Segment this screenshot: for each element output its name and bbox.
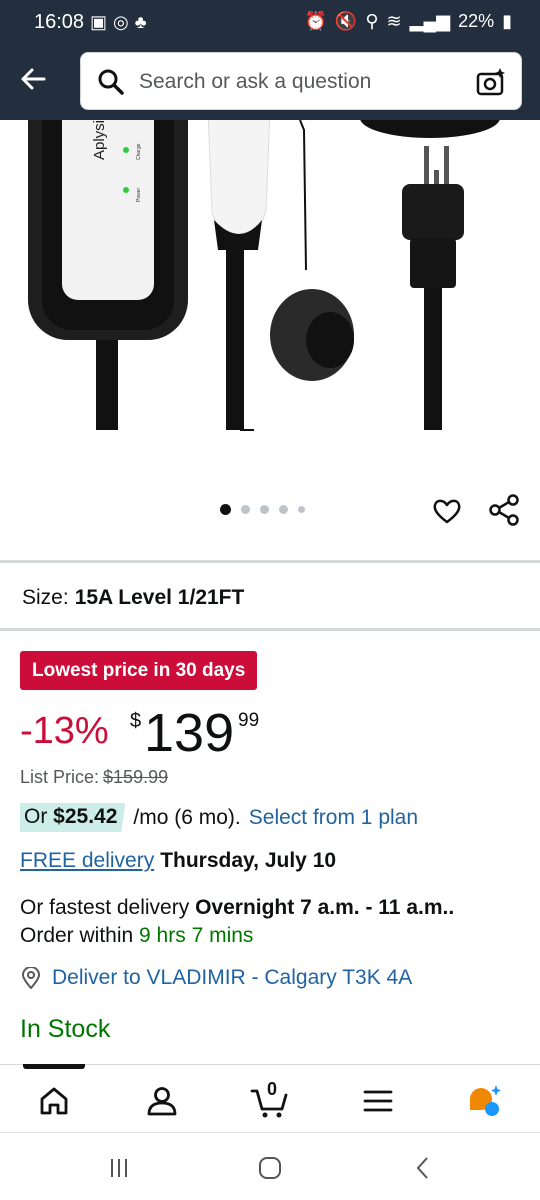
list-price: List Price: $159.99	[20, 767, 168, 788]
location-icon: ⚲	[365, 11, 379, 31]
home-button-icon[interactable]	[255, 1153, 285, 1183]
notification-icons: ▣ ◎ ♣	[90, 12, 147, 33]
menu-icon[interactable]	[360, 1083, 396, 1119]
size-selector[interactable]: Size: 15A Level 1/21FT	[22, 586, 244, 610]
status-right: ⏰ 🔇 ⚲ ≋ ▂▄▆ 22% ▮	[304, 11, 512, 32]
list-price-label: List Price:	[20, 767, 100, 787]
installment-prefix: Or	[24, 805, 48, 828]
price-whole: 139	[144, 703, 235, 763]
bottom-nav: 0	[0, 1064, 540, 1132]
battery-icon: ▮	[502, 11, 512, 31]
installment-offer: Or $25.42 /mo (6 mo). Select from 1 plan	[20, 803, 418, 832]
delivery-info: FREE delivery Thursday, July 10	[20, 849, 336, 873]
free-delivery-link[interactable]: FREE delivery	[20, 849, 154, 872]
status-bar: 16:08 ▣ ◎ ♣ ⏰ 🔇 ⚲ ≋ ▂▄▆ 22% ▮	[0, 0, 540, 46]
select-plan-link[interactable]: Select from 1 plan	[249, 806, 418, 830]
fastest-delivery: Or fastest delivery Overnight 7 a.m. - 1…	[20, 894, 520, 950]
assistant-icon: ♣	[134, 12, 147, 32]
price-currency: $	[130, 710, 142, 732]
home-icon[interactable]	[36, 1083, 72, 1119]
installment-amount: $25.42	[53, 805, 118, 828]
product-image[interactable]: AplysiaTec Charge Power	[0, 120, 540, 440]
active-tab-indicator	[23, 1064, 85, 1069]
size-label: Size:	[22, 586, 69, 609]
gallery-icon: ▣	[90, 12, 108, 32]
svg-text:Power: Power	[136, 187, 142, 202]
back-button-icon[interactable]	[408, 1153, 438, 1183]
alarm-icon: ⏰	[304, 11, 327, 31]
brand-text: AplysiaTec	[91, 120, 108, 160]
carousel-dot[interactable]	[260, 505, 269, 514]
share-icon[interactable]	[488, 494, 520, 526]
rufus-assistant-icon[interactable]	[466, 1083, 502, 1119]
carousel-dot[interactable]	[279, 505, 288, 514]
fastest-window: Overnight 7 a.m. - 11 a.m..	[195, 896, 455, 919]
price-cents: 99	[238, 710, 260, 731]
list-price-value: $159.99	[103, 767, 169, 787]
wifi-icon: ≋	[386, 11, 402, 31]
discount-percent: -13%	[20, 710, 109, 752]
camera-search-icon[interactable]	[475, 66, 507, 98]
heart-icon[interactable]	[432, 496, 462, 526]
svg-text:Charge: Charge	[136, 143, 142, 160]
location-pin-icon	[21, 967, 41, 989]
battery-level: 22%	[458, 11, 495, 31]
status-time: 16:08	[34, 11, 85, 33]
delivery-date: Thursday, July 10	[160, 849, 337, 872]
divider	[0, 560, 540, 563]
search-input[interactable]: Search or ask a question	[80, 52, 522, 110]
system-navigation	[0, 1132, 540, 1200]
signal-icon: ▂▄▆	[409, 11, 451, 31]
stock-status: In Stock	[20, 1015, 111, 1043]
order-countdown: 9 hrs 7 mins	[139, 924, 254, 947]
carousel-dot-active[interactable]	[220, 504, 231, 515]
order-within-label: Order within	[20, 924, 134, 947]
search-icon	[98, 69, 124, 95]
search-placeholder: Search or ask a question	[139, 70, 372, 93]
installment-term: /mo (6 mo).	[133, 805, 241, 829]
image-carousel-dots[interactable]	[220, 504, 305, 515]
mute-icon: 🔇	[334, 11, 358, 31]
fastest-prefix: Or fastest delivery	[20, 896, 190, 919]
recent-apps-icon[interactable]	[104, 1153, 134, 1183]
installment-highlight: Or $25.42	[20, 803, 126, 832]
deliver-to-link[interactable]: Deliver to VLADIMIR - Calgary T3K 4A	[20, 966, 412, 990]
search-header: Search or ask a question	[0, 46, 540, 120]
divider	[0, 628, 540, 631]
nfc-icon: ◎	[113, 12, 129, 32]
size-value: 15A Level 1/21FT	[74, 586, 245, 609]
cart-button[interactable]: 0	[250, 1079, 290, 1119]
cart-count: 0	[267, 1079, 278, 1099]
carousel-dot[interactable]	[298, 506, 305, 513]
account-icon[interactable]	[144, 1083, 180, 1119]
deal-badge: Lowest price in 30 days	[20, 651, 258, 690]
deliver-to-text: Deliver to VLADIMIR - Calgary T3K 4A	[52, 966, 413, 989]
back-arrow-icon[interactable]	[16, 62, 50, 96]
carousel-dot[interactable]	[241, 505, 250, 514]
